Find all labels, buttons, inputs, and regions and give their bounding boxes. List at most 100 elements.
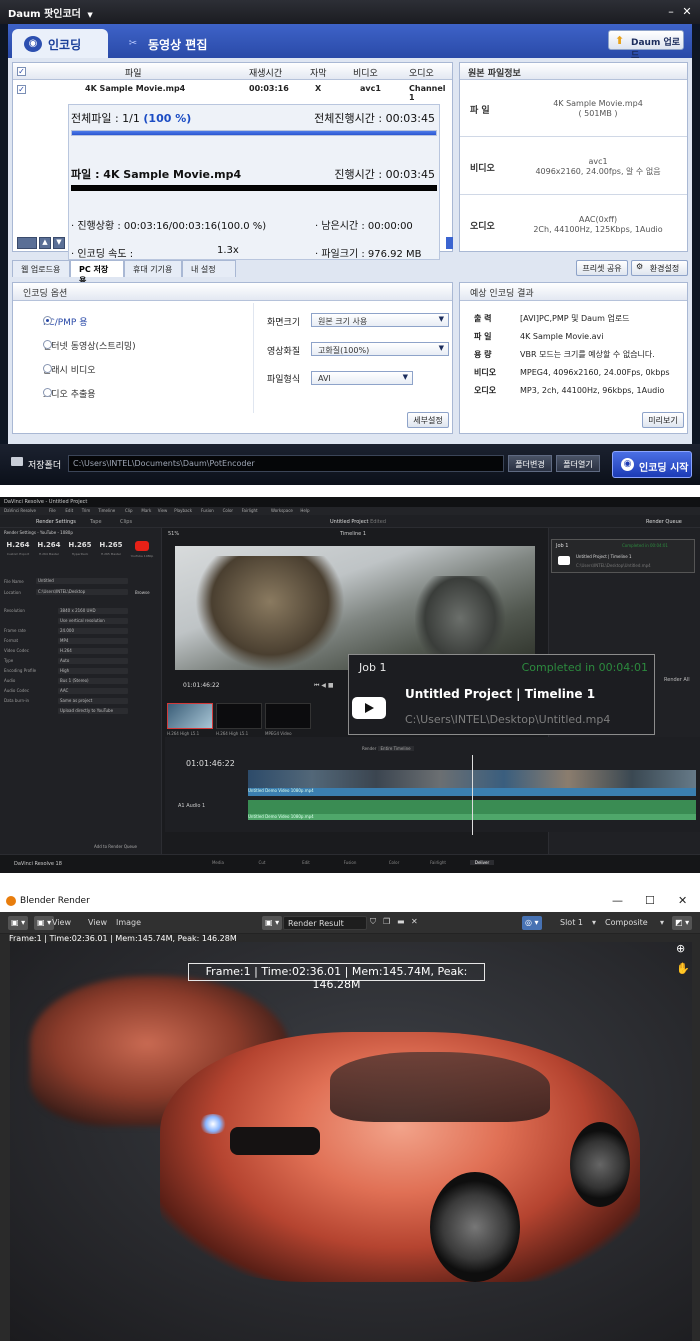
page-tab[interactable]: Deliver [470, 860, 494, 865]
setting-value[interactable]: MP4 [58, 638, 128, 644]
menu-item[interactable]: Timeline [98, 508, 115, 513]
menu-item[interactable]: Playback [174, 508, 192, 513]
render-all-button[interactable]: Render All [664, 677, 690, 683]
page-tab[interactable]: Edit [294, 860, 318, 865]
display-channels-icon[interactable]: ◎ ▾ [522, 916, 542, 930]
hand-pan-icon[interactable]: ✋ [676, 962, 690, 975]
row-checkbox[interactable]: ✓ [17, 85, 26, 94]
job-thumbnail[interactable] [265, 703, 311, 729]
format-preset[interactable]: H.264 H.264 Master [35, 541, 63, 556]
maximize-button[interactable]: ☐ [645, 894, 655, 907]
start-encoding-button[interactable]: ◉ 인코딩 시작 [612, 451, 692, 478]
setting-value[interactable]: 24.000 [58, 628, 128, 634]
render-queue-tab[interactable]: Render Queue [646, 519, 682, 525]
move-up-icon[interactable]: ▲ [39, 237, 51, 249]
image-browse-icon[interactable]: ▣ ▾ [262, 916, 283, 930]
open-folder-button[interactable]: 폴더열기 [556, 455, 600, 472]
detail-settings-button[interactable]: 세부설정 [407, 412, 449, 428]
location-input[interactable]: C:\Users\INTEL\Desktop [36, 589, 128, 595]
unlink-close-icon[interactable]: ✕ [411, 917, 418, 926]
format-preset[interactable]: H.264 Custom Export [4, 541, 32, 556]
radio-streaming[interactable]: 인터넷 동영상(스트리밍) [27, 339, 136, 352]
setting-value[interactable]: AAC [58, 688, 128, 694]
tab-video-edit[interactable]: ✂ 동영상 편집 [112, 29, 222, 58]
clips-tab[interactable]: Clips [120, 519, 132, 525]
col-video[interactable]: 비디오 [353, 66, 378, 79]
setting-value[interactable]: Auto [58, 658, 128, 664]
add-to-render-queue-button[interactable]: Add to Render Queue [94, 844, 137, 849]
setting-value[interactable]: Same as project [58, 698, 128, 704]
render-job-card[interactable]: Job 1 Completed in 00:04:01 Untitled Pro… [551, 539, 695, 573]
page-tab[interactable]: Cut [250, 860, 274, 865]
duplicate-icon[interactable]: ❐ [383, 917, 390, 926]
radio-audio[interactable]: 오디오 추출용 [27, 387, 96, 400]
format-preset[interactable]: H.265 HyperDeck [66, 541, 94, 556]
radio-pc-pmp[interactable]: PC/PMP 용 [27, 315, 88, 328]
menu-view-2[interactable]: View [88, 918, 107, 927]
tab-pc-save[interactable]: PC 저장용 [70, 260, 124, 285]
minimize-button[interactable]: — [612, 894, 623, 907]
table-row[interactable]: ✓ 4K Sample Movie.mp4 00:03:16 X avc1 Ch… [13, 81, 452, 102]
radio-flash[interactable]: 플래시 비디오 [27, 363, 96, 376]
save-folder-path[interactable]: C:\Users\INTEL\Documents\Daum\PotEncoder [68, 455, 504, 472]
setting-value[interactable]: 3840 x 2160 UHD [58, 608, 128, 614]
setting-value[interactable]: High [58, 668, 128, 674]
env-settings-button[interactable]: ⚙ 환경설정 [631, 260, 688, 276]
zoom-icon[interactable]: ⊕ [676, 942, 685, 955]
layer-select[interactable]: Composite [601, 916, 665, 930]
setting-value[interactable]: H.264 [58, 648, 128, 654]
menu-item[interactable]: Edit [65, 508, 73, 513]
menu-item[interactable]: Mark [141, 508, 151, 513]
menu-item[interactable]: Clip [125, 508, 133, 513]
menu-image[interactable]: Image [116, 918, 141, 927]
menu-item[interactable]: View [158, 508, 168, 513]
tab-web-upload[interactable]: 웹 업로드용 [12, 260, 70, 277]
menu-item[interactable]: DaVinci Resolve [4, 508, 36, 513]
menu-item[interactable]: Color [223, 508, 233, 513]
render-result-image[interactable] [10, 942, 692, 1341]
job-thumbnail[interactable] [216, 703, 262, 729]
page-tab[interactable]: Fairlight [426, 860, 450, 865]
select-all-checkbox[interactable]: ✓ [17, 67, 26, 76]
setting-value[interactable]: Upload directly to YouTube [58, 708, 128, 714]
page-tab[interactable]: Media [206, 860, 230, 865]
menu-arrow-icon[interactable]: ▼ [87, 11, 92, 19]
image-name-field[interactable]: Render Result [283, 916, 367, 930]
menu-item[interactable]: Trim [82, 508, 91, 513]
col-duration[interactable]: 재생시간 [249, 66, 282, 79]
list-side-button-icon[interactable] [446, 237, 453, 249]
col-file[interactable]: 파일 [125, 66, 142, 79]
menu-item[interactable]: Fusion [201, 508, 214, 513]
menu-item[interactable]: File [49, 508, 56, 513]
change-folder-button[interactable]: 폴더변경 [508, 455, 552, 472]
editor-type-icon[interactable]: ▣ ▾ [8, 916, 29, 930]
menu-item[interactable]: Fairlight [242, 508, 258, 513]
tape-tab[interactable]: Tape [90, 519, 102, 525]
open-folder-icon[interactable]: ▬ [397, 917, 405, 926]
quality-select[interactable]: 고화질(100%) ▼ [311, 342, 449, 356]
tab-encoding[interactable]: ◉ 인코딩 [12, 29, 108, 58]
move-down-icon[interactable]: ▼ [53, 237, 65, 249]
minimize-button[interactable]: – [664, 5, 678, 19]
format-select[interactable]: AVI ▼ [311, 371, 413, 385]
list-button-icon[interactable] [17, 237, 37, 249]
page-tab[interactable]: Color [382, 860, 406, 865]
playhead[interactable] [472, 755, 473, 835]
render-settings-tab[interactable]: Render Settings [36, 519, 76, 525]
viewer-zoom[interactable]: 51% [168, 531, 179, 537]
file-name-input[interactable]: Untitled [36, 578, 128, 584]
transport-controls[interactable]: ⏮ ◀ ■ [314, 682, 334, 690]
tab-my-settings[interactable]: 내 설정 [182, 260, 236, 277]
close-button[interactable]: ✕ [678, 894, 687, 907]
job-thumbnail[interactable] [167, 703, 213, 729]
format-preset[interactable]: YouTube 1080p [128, 541, 156, 558]
preview-button[interactable]: 미리보기 [642, 412, 684, 428]
screen-size-select[interactable]: 원본 크기 사용 ▼ [311, 313, 449, 327]
menu-item[interactable]: Workspace [271, 508, 293, 513]
timeline-name[interactable]: Timeline 1 [340, 531, 366, 537]
daum-upload-button[interactable]: ⬆ Daum 업로드 [608, 30, 684, 61]
page-tab[interactable]: Fusion [338, 860, 362, 865]
sidebar-toggle-icon[interactable]: ◩ ▾ [672, 916, 693, 930]
format-preset[interactable]: H.265 H.265 Master [97, 541, 125, 556]
menu-view[interactable]: View [52, 918, 71, 927]
